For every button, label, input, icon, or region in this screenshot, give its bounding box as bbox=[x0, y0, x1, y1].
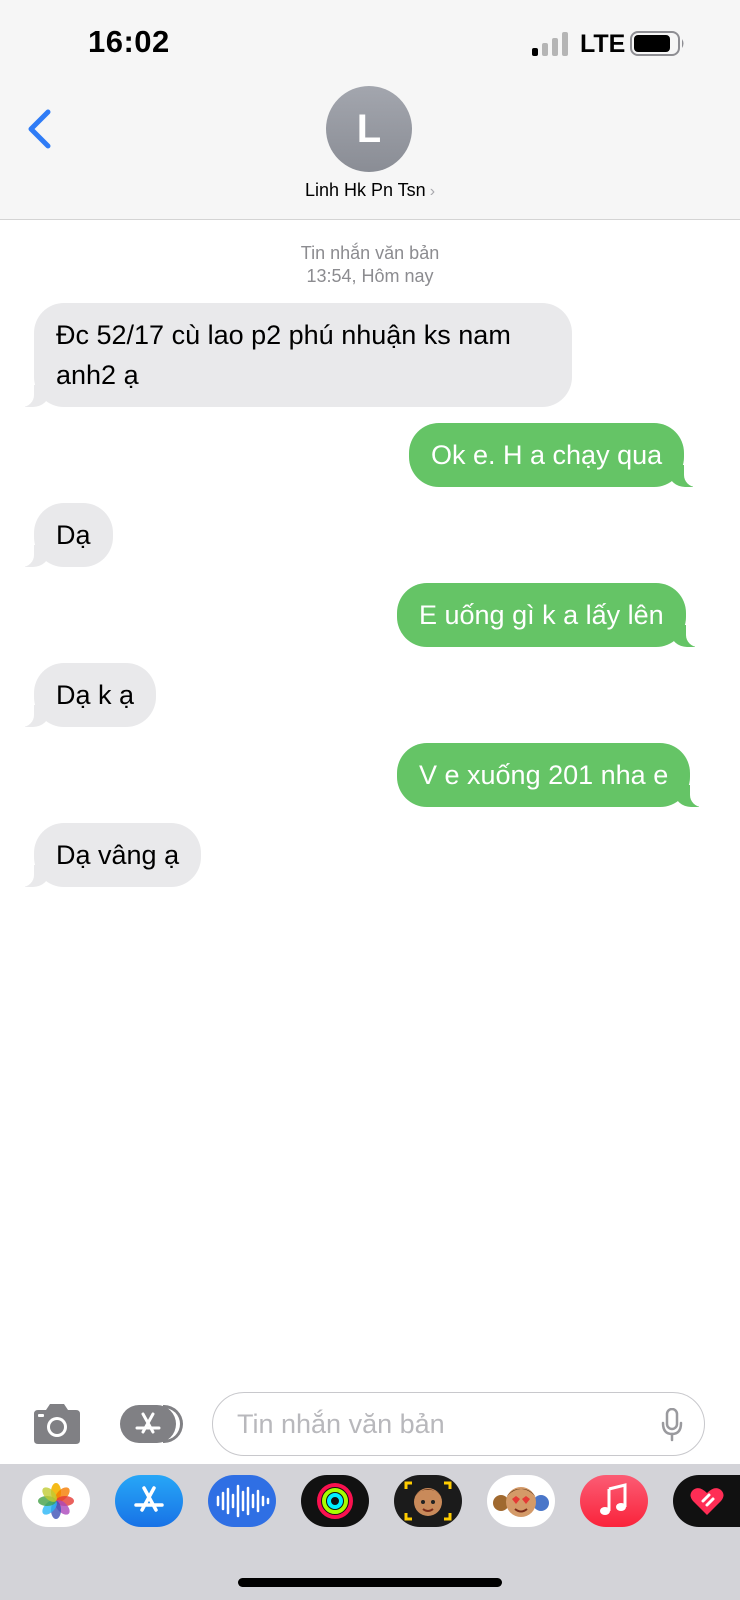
message-input[interactable]: Tin nhắn văn bản bbox=[212, 1392, 705, 1456]
avatar-initial: L bbox=[356, 106, 382, 151]
audio-message-icon[interactable] bbox=[208, 1475, 276, 1527]
memoji-icon[interactable] bbox=[487, 1475, 555, 1527]
app-store-a-icon bbox=[135, 1412, 161, 1434]
camera-icon[interactable] bbox=[30, 1402, 84, 1446]
outgoing-message-bubble[interactable]: Ok e. H a chạy qua bbox=[409, 423, 709, 487]
conversation-timestamp: Tin nhắn văn bản 13:54, Hôm nay bbox=[0, 242, 740, 288]
microphone-icon[interactable] bbox=[660, 1408, 684, 1442]
app-store-button[interactable] bbox=[120, 1405, 183, 1443]
digital-touch-icon[interactable] bbox=[673, 1475, 740, 1527]
contact-avatar[interactable]: L bbox=[326, 86, 412, 172]
home-indicator[interactable] bbox=[238, 1578, 502, 1587]
music-icon[interactable] bbox=[580, 1475, 648, 1527]
service-label: Tin nhắn văn bản bbox=[300, 243, 440, 263]
incoming-message-bubble[interactable]: Đc 52/17 cù lao p2 phú nhuận ks nam anh2… bbox=[10, 303, 572, 407]
incoming-message-bubble[interactable]: Dạ bbox=[10, 503, 113, 567]
message-time: 13:54, Hôm nay bbox=[306, 266, 434, 286]
app-store-icon[interactable] bbox=[115, 1475, 183, 1527]
conversation-header: 16:02 LTE L Linh Hk Pn Tsn › bbox=[0, 0, 740, 220]
battery-icon bbox=[630, 31, 684, 56]
contact-name-label: Linh Hk Pn Tsn bbox=[304, 180, 426, 200]
status-time: 16:02 bbox=[88, 24, 170, 59]
chevron-right-icon: › bbox=[429, 183, 436, 200]
outgoing-message-bubble[interactable]: V e xuống 201 nha e bbox=[397, 743, 715, 807]
network-type: LTE bbox=[580, 30, 626, 58]
incoming-message-bubble[interactable]: Dạ k ạ bbox=[9, 663, 157, 727]
outgoing-message-bubble[interactable]: E uống gì k a lấy lên bbox=[397, 583, 710, 647]
contact-name[interactable]: Linh Hk Pn Tsn › bbox=[0, 180, 740, 201]
app-button-ring bbox=[163, 1405, 183, 1443]
cellular-signal-icon bbox=[532, 30, 570, 56]
activity-icon[interactable] bbox=[301, 1475, 369, 1527]
photos-icon[interactable] bbox=[22, 1475, 90, 1527]
message-input-placeholder: Tin nhắn văn bản bbox=[237, 1408, 445, 1439]
back-chevron-icon[interactable] bbox=[22, 104, 62, 154]
memoji-stickers-icon[interactable] bbox=[394, 1475, 462, 1527]
incoming-message-bubble[interactable]: Dạ vâng ạ bbox=[9, 823, 202, 887]
